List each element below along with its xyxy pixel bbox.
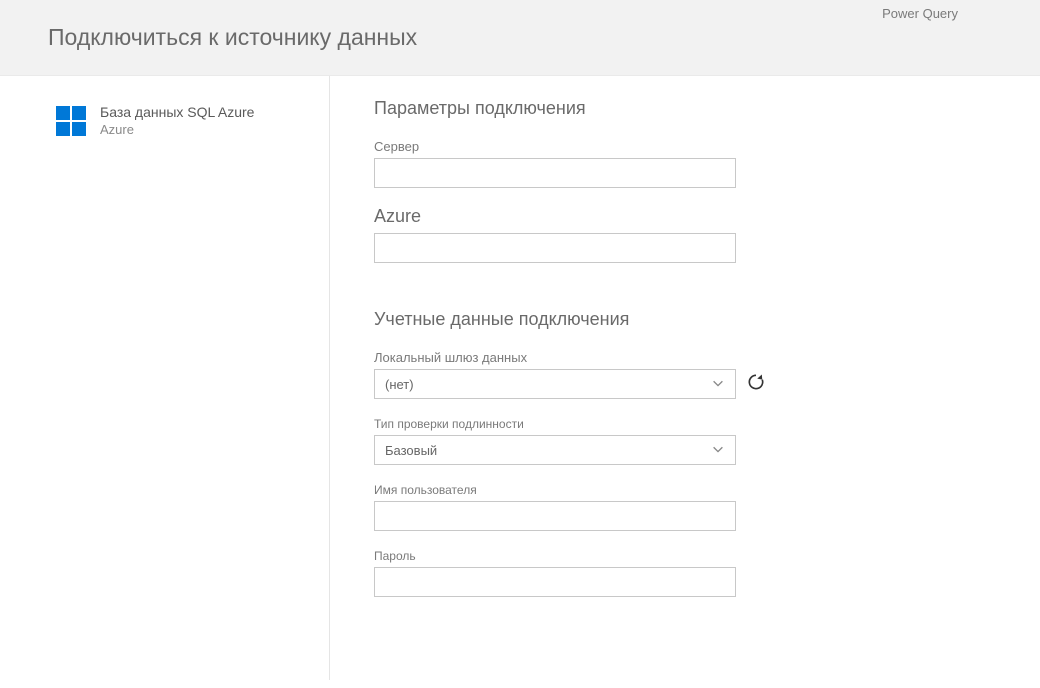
main-panel: Параметры подключения Сервер Azure Учетн… [330, 76, 1040, 680]
password-label: Пароль [374, 549, 1000, 563]
gateway-label: Локальный шлюз данных [374, 350, 1000, 365]
username-input[interactable] [374, 501, 736, 531]
server-input[interactable] [374, 158, 736, 188]
server-label: Сервер [374, 139, 1000, 154]
field-gateway: Локальный шлюз данных (нет) [374, 350, 1000, 399]
source-subtitle: Azure [100, 122, 254, 137]
auth-type-value: Базовый [385, 443, 437, 458]
source-title: База данных SQL Azure [100, 104, 254, 120]
content: База данных SQL Azure Azure Параметры по… [0, 76, 1040, 680]
chevron-down-icon [711, 376, 725, 393]
refresh-icon[interactable] [746, 372, 766, 397]
gateway-select[interactable]: (нет) [374, 369, 736, 399]
section-connection-params: Параметры подключения [374, 98, 1000, 119]
chevron-down-icon [711, 442, 725, 459]
sidebar: База данных SQL Azure Azure [0, 76, 330, 680]
auth-type-label: Тип проверки подлинности [374, 417, 1000, 431]
field-auth-type: Тип проверки подлинности Базовый [374, 417, 1000, 465]
field-server: Сервер [374, 139, 1000, 188]
azure-label: Azure [374, 206, 1000, 227]
azure-input[interactable] [374, 233, 736, 263]
auth-type-select[interactable]: Базовый [374, 435, 736, 465]
password-input[interactable] [374, 567, 736, 597]
windows-icon [56, 106, 86, 141]
brand-label: Power Query [882, 6, 958, 21]
page-title: Подключиться к источнику данных [48, 24, 1000, 51]
section-connection-creds: Учетные данные подключения [374, 309, 1000, 330]
field-username: Имя пользователя [374, 483, 1000, 531]
username-label: Имя пользователя [374, 483, 1000, 497]
field-azure: Azure [374, 206, 1000, 263]
gateway-value: (нет) [385, 377, 414, 392]
header: Power Query Подключиться к источнику дан… [0, 0, 1040, 76]
field-password: Пароль [374, 549, 1000, 597]
data-source-item[interactable]: База данных SQL Azure Azure [56, 104, 309, 141]
